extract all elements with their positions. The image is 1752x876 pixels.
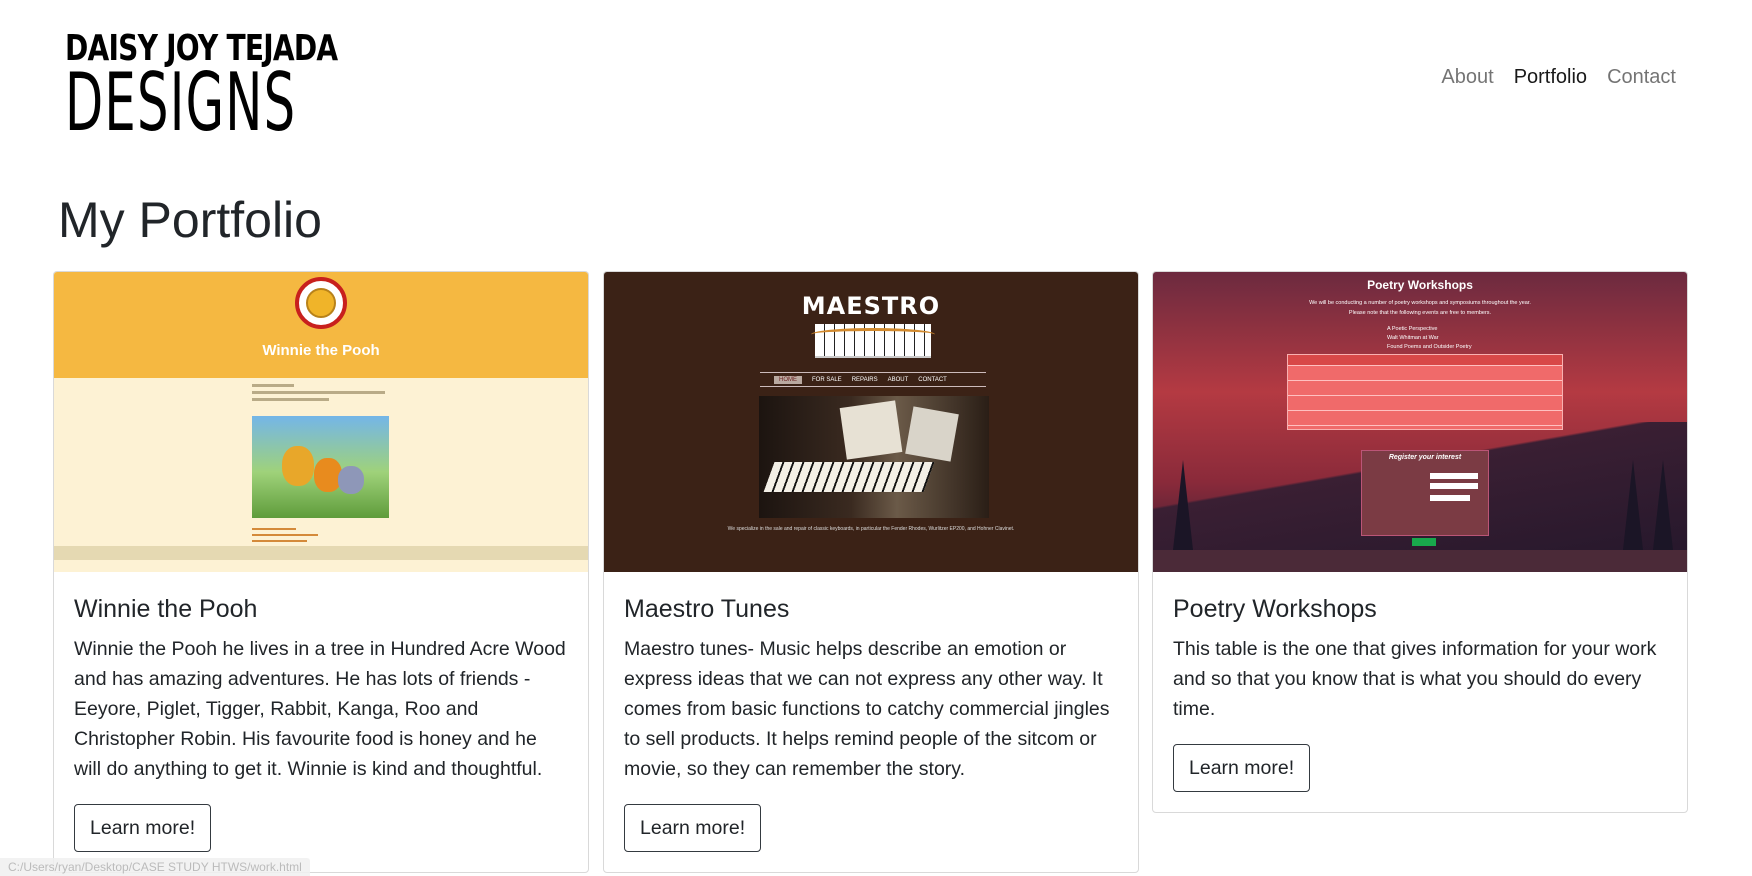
- nav-about[interactable]: About: [1431, 62, 1503, 92]
- browser-status-bar: C:/Users/ryan/Desktop/CASE STUDY HTWS/wo…: [0, 858, 310, 876]
- form-input: [1430, 473, 1478, 479]
- card-title: Maestro Tunes: [624, 595, 790, 623]
- tree-silhouette: [1653, 460, 1673, 550]
- poetry-intro: We will be conducting a number of poetry…: [1153, 298, 1687, 318]
- maestro-caption: We specialize in the sale and repair of …: [727, 526, 1015, 532]
- poetry-list-item: A Poetic Perspective: [1387, 326, 1438, 332]
- poetry-schedule-table: [1287, 354, 1563, 430]
- nav-contact[interactable]: Contact: [1597, 62, 1686, 92]
- thumb-banner-title: Winnie the Pooh: [262, 342, 380, 359]
- pooh-illustration: [252, 416, 389, 518]
- piano-photo: [759, 396, 989, 518]
- main-nav: About Portfolio Contact: [1431, 62, 1686, 92]
- pooh-badge-icon: [295, 277, 347, 329]
- poetry-intro-1: We will be conducting a number of poetry…: [1309, 300, 1531, 306]
- nav-portfolio[interactable]: Portfolio: [1504, 62, 1597, 92]
- card-image-poetry: Poetry Workshops We will be conducting a…: [1153, 272, 1687, 572]
- learn-more-button[interactable]: Learn more!: [1173, 744, 1311, 792]
- piano-keys-icon: [811, 324, 935, 358]
- maestro-menu-item: CONTACT: [918, 376, 947, 383]
- card-title: Winnie the Pooh: [74, 595, 258, 623]
- portfolio-card-maestro: MAESTRO HOME FOR SALE REPAIRS ABOUT CONT…: [603, 271, 1139, 873]
- maestro-menu-item: FOR SALE: [812, 376, 842, 383]
- site-logo[interactable]: DAISY JOY TEJADA DESIGNS: [65, 30, 338, 143]
- poetry-title: Poetry Workshops: [1367, 278, 1473, 292]
- poetry-register-form: Register your interest: [1361, 450, 1489, 536]
- poetry-list-item: Walt Whitman at War: [1387, 335, 1439, 341]
- card-text: Winnie the Pooh he lives in a tree in Hu…: [74, 638, 566, 780]
- thumb-text-lines: [252, 380, 392, 405]
- ground: [1153, 550, 1687, 572]
- form-title: Register your interest: [1388, 454, 1462, 461]
- poetry-intro-2: Please note that the following events ar…: [1348, 310, 1492, 316]
- maestro-menu-item: HOME: [774, 375, 802, 384]
- learn-more-button[interactable]: Learn more!: [74, 804, 212, 852]
- portfolio-card-poetry: Poetry Workshops We will be conducting a…: [1152, 271, 1688, 813]
- maestro-menu: HOME FOR SALE REPAIRS ABOUT CONTACT: [760, 372, 986, 387]
- poetry-list-item: Found Poems and Outsider Poetry: [1387, 344, 1472, 350]
- tree-silhouette: [1173, 460, 1193, 550]
- maestro-menu-item: REPAIRS: [851, 376, 878, 383]
- form-input: [1430, 483, 1478, 489]
- card-text: This table is the one that gives informa…: [1173, 638, 1657, 720]
- thumb-link-lines: [252, 524, 362, 546]
- register-button-thumb: [1412, 538, 1436, 546]
- thumb-footer: [54, 546, 588, 560]
- poetry-list: A Poetic Perspective Walt Whitman at War…: [1387, 325, 1472, 352]
- card-text: Maestro tunes- Music helps describe an e…: [624, 638, 1110, 780]
- page-title: My Portfolio: [58, 192, 322, 248]
- maestro-menu-item: ABOUT: [887, 376, 909, 383]
- portfolio-card-winnie: Winnie the Pooh Winnie the Pooh Winnie t…: [53, 271, 589, 873]
- maestro-logo: MAESTRO: [801, 292, 941, 320]
- card-image-maestro: MAESTRO HOME FOR SALE REPAIRS ABOUT CONT…: [604, 272, 1138, 572]
- form-select: [1430, 495, 1470, 501]
- learn-more-button[interactable]: Learn more!: [624, 804, 762, 852]
- tree-silhouette: [1623, 460, 1643, 550]
- card-title: Poetry Workshops: [1173, 595, 1377, 623]
- card-image-winnie: Winnie the Pooh: [54, 272, 588, 572]
- logo-line-2: DESIGNS: [65, 56, 297, 149]
